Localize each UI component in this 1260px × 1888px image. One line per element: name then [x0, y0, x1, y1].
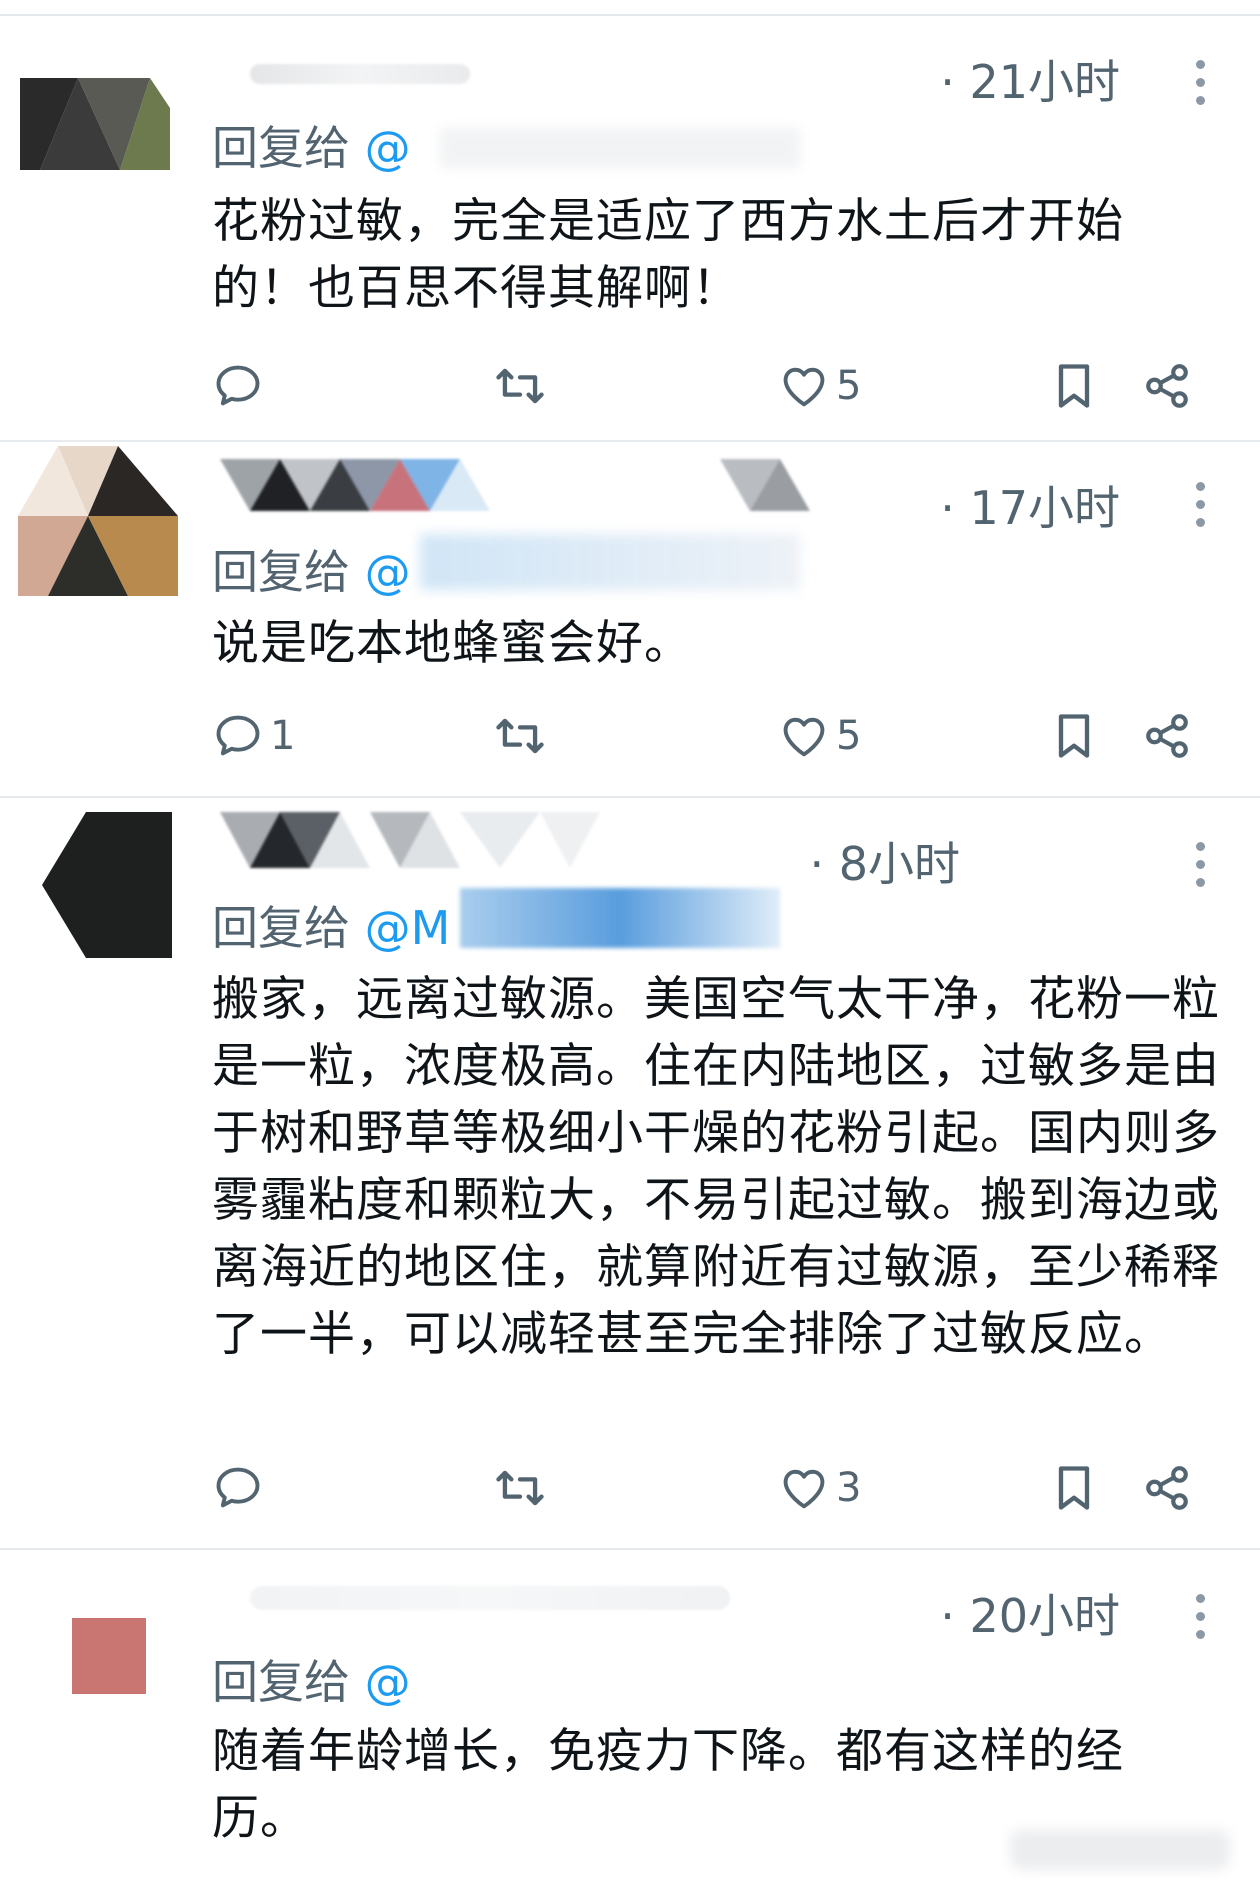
- reply-text: 搬家，远离过敏源。美国空气太干净，花粉一粒是一粒，浓度极高。住在内陆地区，过敏多…: [212, 972, 1220, 1362]
- bookmark-icon: [1058, 714, 1090, 758]
- more-icon[interactable]: [1194, 60, 1206, 105]
- avatar[interactable]: [72, 1618, 172, 1694]
- reply-icon: [216, 365, 260, 406]
- reply-to-line[interactable]: 回复给 @: [212, 536, 411, 602]
- retweet-button[interactable]: [492, 1458, 554, 1518]
- handle-redaction: [420, 534, 800, 590]
- reply-to-handle[interactable]: @: [365, 545, 411, 599]
- reply-to-line[interactable]: 回复给 @M: [212, 892, 450, 958]
- like-button[interactable]: 5: [778, 706, 861, 766]
- reply-count: 1: [270, 713, 296, 759]
- reply-to-label: 回复给: [212, 901, 350, 955]
- reply-icon: [216, 1467, 260, 1508]
- like-icon: [783, 367, 825, 407]
- reply-icon: [216, 715, 260, 756]
- share-button[interactable]: [1142, 706, 1192, 766]
- like-icon: [783, 1469, 825, 1509]
- share-icon: [1146, 364, 1188, 408]
- separator-dot: ·: [940, 1589, 955, 1643]
- timestamp[interactable]: · 8小时: [809, 828, 960, 894]
- retweet-button[interactable]: [492, 706, 554, 766]
- watermark-blur: [1010, 1830, 1230, 1870]
- retweet-icon: [496, 718, 544, 754]
- retweet-icon: [496, 1470, 544, 1506]
- like-icon: [783, 717, 825, 757]
- like-count: 5: [836, 363, 862, 409]
- time-label: 8小时: [838, 837, 960, 891]
- time-label: 17小时: [969, 481, 1120, 535]
- reply-item[interactable]: · 21小时 回复给 @ 花粉过敏，完全是适应了西方水土后才开始的！也百思不得其…: [0, 16, 1260, 440]
- like-count: 3: [836, 1465, 862, 1511]
- bookmark-button[interactable]: [1052, 1458, 1096, 1518]
- like-button[interactable]: 5: [778, 356, 861, 416]
- reply-to-line[interactable]: 回复给 @: [212, 112, 411, 178]
- reply-text: 花粉过敏，完全是适应了西方水土后才开始的！也百思不得其解啊！: [212, 194, 1124, 316]
- avatar[interactable]: [42, 812, 172, 958]
- share-button[interactable]: [1142, 1458, 1192, 1518]
- timestamp[interactable]: · 21小时: [940, 46, 1120, 112]
- bookmark-icon: [1058, 364, 1090, 408]
- time-label: 21小时: [969, 55, 1120, 109]
- reply-button[interactable]: [212, 1458, 270, 1518]
- bookmark-button[interactable]: [1052, 706, 1096, 766]
- action-bar: 3: [0, 1458, 1260, 1518]
- separator-dot: ·: [940, 481, 955, 535]
- bookmark-icon: [1058, 1466, 1090, 1510]
- timestamp[interactable]: · 17小时: [940, 472, 1120, 538]
- author-name-redacted: [250, 46, 470, 102]
- share-icon: [1146, 714, 1188, 758]
- reply-text: 说是吃本地蜂蜜会好。: [212, 616, 692, 671]
- reply-to-label: 回复给: [212, 545, 350, 599]
- timestamp[interactable]: · 20小时: [940, 1580, 1120, 1646]
- more-icon[interactable]: [1194, 842, 1206, 887]
- reply-button[interactable]: 1: [212, 706, 295, 766]
- handle-redaction: [460, 888, 780, 948]
- author-name-redacted: [220, 456, 850, 512]
- bookmark-button[interactable]: [1052, 356, 1096, 416]
- retweet-button[interactable]: [492, 356, 554, 416]
- author-name-redacted: [220, 812, 780, 868]
- separator-dot: ·: [809, 837, 825, 891]
- more-icon[interactable]: [1194, 482, 1206, 527]
- reply-button[interactable]: [212, 356, 270, 416]
- handle-redaction: [440, 128, 800, 168]
- retweet-icon: [496, 368, 544, 404]
- reply-to-label: 回复给: [212, 1655, 350, 1709]
- avatar[interactable]: [20, 78, 170, 170]
- separator-dot: ·: [940, 55, 955, 109]
- author-name-redacted: [250, 1570, 750, 1626]
- reply-to-handle[interactable]: @M: [365, 901, 451, 955]
- avatar[interactable]: [18, 446, 178, 596]
- time-label: 20小时: [969, 1589, 1120, 1643]
- reply-item[interactable]: · 8小时 回复给 @M 搬家，远离过敏源。美国空气太干净，花粉一粒是一粒，浓度…: [0, 798, 1260, 1548]
- like-count: 5: [836, 713, 862, 759]
- reply-to-line[interactable]: 回复给 @: [212, 1646, 411, 1712]
- more-icon[interactable]: [1194, 1594, 1206, 1639]
- action-bar: 5: [0, 356, 1260, 416]
- share-icon: [1146, 1466, 1188, 1510]
- reply-to-label: 回复给: [212, 121, 350, 175]
- action-bar: 1 5: [0, 706, 1260, 766]
- reply-to-handle[interactable]: @: [365, 1655, 411, 1709]
- like-button[interactable]: 3: [778, 1458, 861, 1518]
- reply-item[interactable]: · 17小时 回复给 @ 说是吃本地蜂蜜会好。 1 5: [0, 442, 1260, 796]
- share-button[interactable]: [1142, 356, 1192, 416]
- reply-to-handle[interactable]: @: [365, 121, 411, 175]
